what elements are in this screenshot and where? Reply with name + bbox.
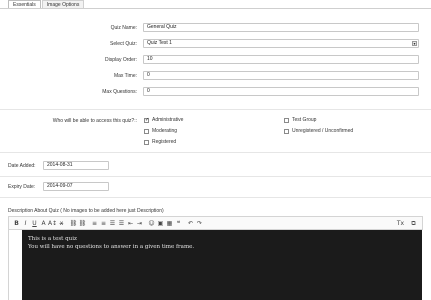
section-divider <box>0 109 431 110</box>
max-questions-input[interactable]: 0 <box>143 87 419 96</box>
max-time-label: Max Time: <box>113 73 137 79</box>
checkbox[interactable] <box>144 128 149 134</box>
unlink-icon[interactable]: ⛓ <box>78 219 87 228</box>
image-icon[interactable]: ▣ <box>156 219 165 228</box>
chevron-down-icon[interactable]: ▾ <box>412 41 417 46</box>
access-label: Who will be able to access this quiz?:: <box>52 118 137 124</box>
access-option-label: Test Group <box>292 117 317 123</box>
editor-toolbar: B I U A A↕ x̶ ⛓ ⛓ ≡ ≡ ☰ ☰ ⇤ ⇥ ☺ ▣ ▦ ❝ ↶ … <box>8 216 423 230</box>
italic-icon[interactable]: I <box>21 219 30 228</box>
section-divider <box>0 197 431 198</box>
indent-icon[interactable]: ⇥ <box>135 219 144 228</box>
undo-icon[interactable]: ↶ <box>186 219 195 228</box>
align-left-icon[interactable]: ≡ <box>90 219 99 228</box>
redo-icon[interactable]: ↷ <box>195 219 204 228</box>
link-icon[interactable]: ⛓ <box>69 219 78 228</box>
max-questions-label: Max Questions: <box>102 89 137 95</box>
access-option-label: Unregistered / Unconfirmed <box>292 128 354 134</box>
access-option-label: Administrative <box>152 117 184 123</box>
section-divider <box>0 152 431 153</box>
outdent-icon[interactable]: ⇤ <box>126 219 135 228</box>
select-quiz-dropdown[interactable]: Quiz Test 1 ▾ <box>143 39 419 48</box>
select-quiz-value: Quiz Test 1 <box>147 40 172 46</box>
expiry-date-label: Expiry Date: <box>8 184 36 190</box>
date-added-input[interactable]: 2014-08-31 <box>43 161 109 170</box>
editor-gutter <box>8 230 22 300</box>
access-option-administrative[interactable]: Administrative <box>144 117 183 123</box>
select-quiz-label: Select Quiz: <box>110 41 137 47</box>
bold-icon[interactable]: B <box>12 219 21 228</box>
access-option-moderating[interactable]: Moderating <box>144 128 177 134</box>
display-order-input[interactable]: 10 <box>143 55 419 64</box>
align-center-icon[interactable]: ≡ <box>99 219 108 228</box>
display-order-label: Display Order: <box>105 57 137 63</box>
quiz-name-input[interactable]: General Quiz <box>143 23 419 32</box>
font-color-icon[interactable]: A <box>39 219 48 228</box>
access-option-label: Moderating <box>152 128 178 134</box>
checkbox[interactable] <box>284 117 289 123</box>
source-code-icon[interactable]: ⧉ <box>409 219 418 228</box>
description-label: Description About Quiz ( No images to be… <box>8 208 164 214</box>
quiz-name-label: Quiz Name: <box>110 25 137 31</box>
access-option-test-group[interactable]: Test Group <box>284 117 316 123</box>
remove-format-icon[interactable]: Tx <box>396 219 405 228</box>
numbered-list-icon[interactable]: ☰ <box>117 219 126 228</box>
underline-icon[interactable]: U <box>30 219 39 228</box>
smiley-icon[interactable]: ☺ <box>147 219 156 228</box>
max-time-input[interactable]: 0 <box>143 71 419 80</box>
access-option-registered[interactable]: Registered <box>144 139 176 145</box>
checkbox[interactable] <box>284 128 289 134</box>
access-option-unregistered[interactable]: Unregistered / Unconfirmed <box>284 128 353 134</box>
strikethrough-icon[interactable]: x̶ <box>57 219 66 228</box>
quote-icon[interactable]: ❝ <box>174 219 183 228</box>
editor-line: You will have no questions to answer in … <box>28 244 195 250</box>
date-added-label: Date Added: <box>8 163 36 169</box>
checkbox[interactable] <box>144 117 149 123</box>
checkbox[interactable] <box>144 139 149 145</box>
editor-line: This is a test quiz <box>28 236 77 242</box>
access-option-label: Registered <box>152 139 177 145</box>
bulleted-list-icon[interactable]: ☰ <box>108 219 117 228</box>
description-editor[interactable]: This is a test quiz You will have no que… <box>22 230 422 300</box>
font-size-icon[interactable]: A↕ <box>48 219 57 228</box>
expiry-date-input[interactable]: 2014-09-07 <box>43 182 109 191</box>
section-divider <box>0 176 431 177</box>
tab-divider <box>0 8 431 9</box>
media-icon[interactable]: ▦ <box>165 219 174 228</box>
